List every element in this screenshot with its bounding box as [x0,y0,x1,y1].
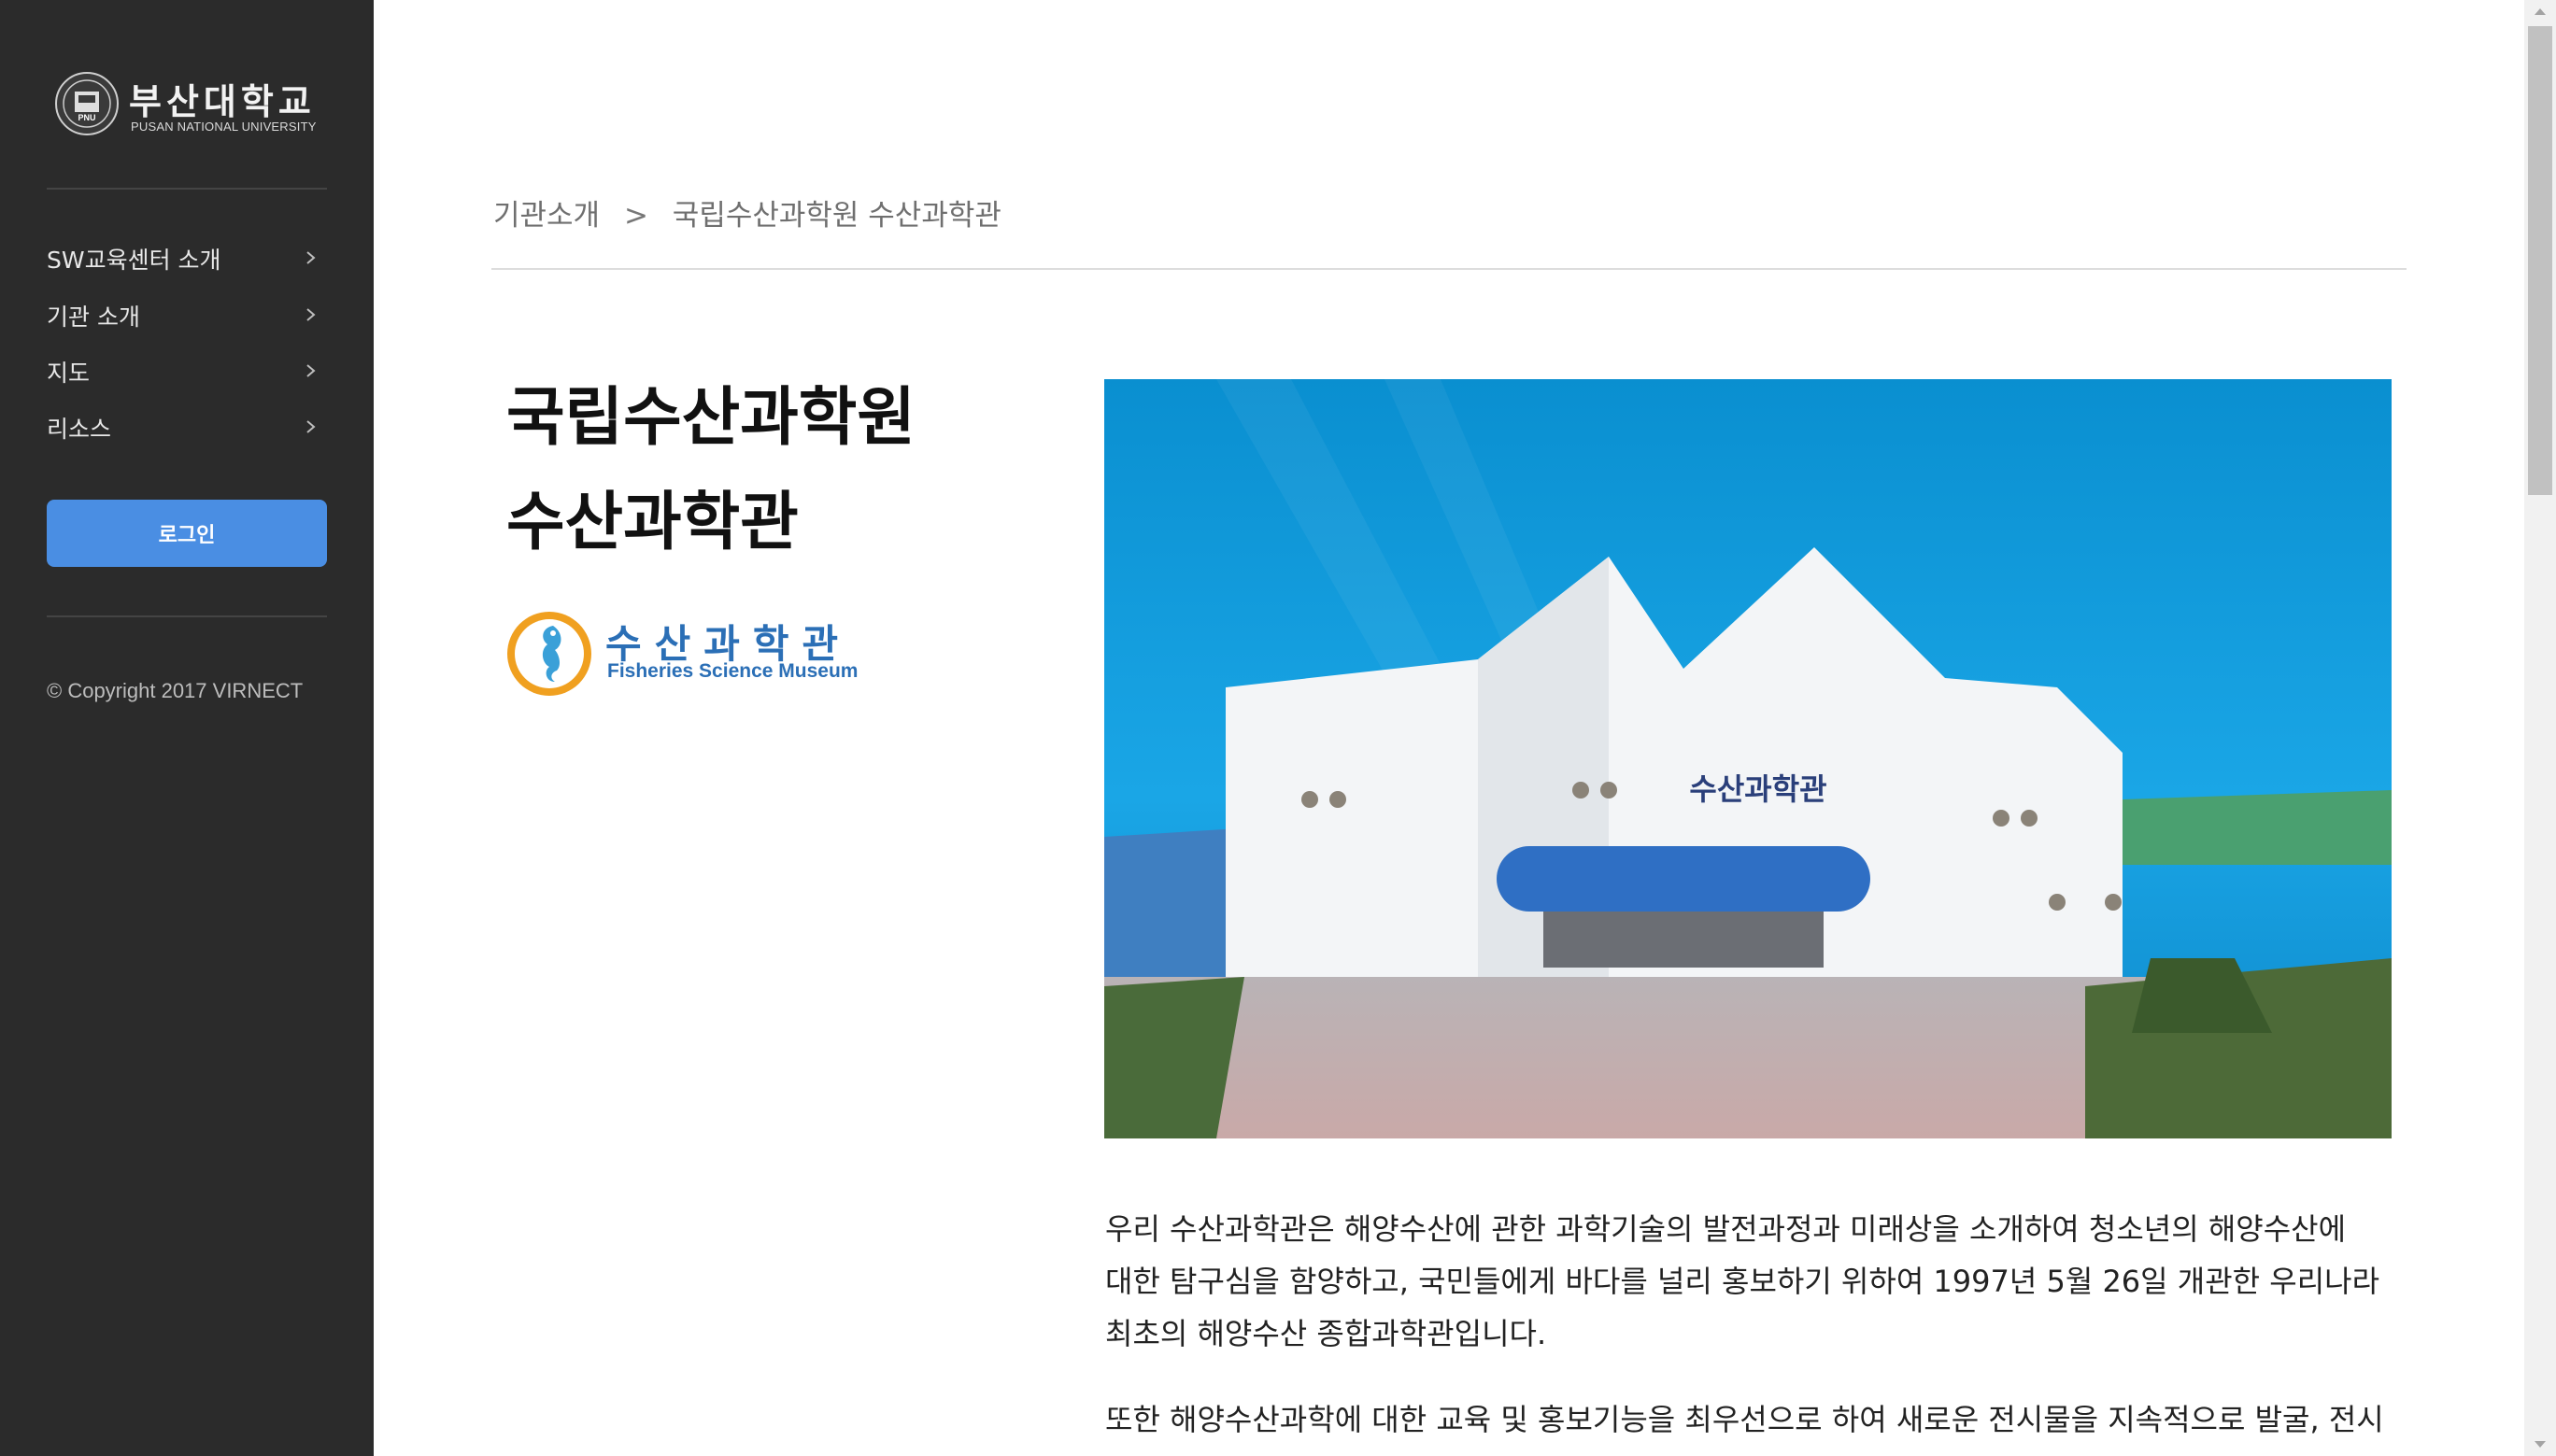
sidebar-divider [47,615,327,617]
seahorse-emblem-icon [507,612,591,696]
scrollbar-thumb[interactable] [2528,26,2552,495]
sidebar-item-institution[interactable]: 기관 소개 [47,291,318,338]
hero-sign-text: 수산과학관 [1689,771,1826,807]
breadcrumb-item-current[interactable]: 국립수산과학원 수산과학관 [673,199,1001,233]
scroll-up-arrow-icon[interactable] [2524,0,2556,24]
intro-paragraph: 우리 수산과학관은 해양수산에 관한 과학기술의 발전과정과 미래상을 소개하여… [1105,1211,2380,1351]
scroll-down-arrow-icon[interactable] [2524,1432,2556,1456]
copyright-text: © Copyright 2017 VIRNECT [47,679,304,702]
chevron-right-icon [306,251,316,264]
university-seal-icon: PNU [55,72,119,135]
chevron-right-icon [306,420,316,433]
sidebar-item-map[interactable]: 지도 [47,347,318,394]
seal-text: PNU [78,113,95,122]
museum-logo-name-en: Fisheries Science Museum [607,660,859,682]
page-title: 국립수산과학원 수산과학관 [506,366,1030,575]
page-title-line1: 국립수산과학원 [506,381,916,455]
sidebar-item-sw-center[interactable]: SW교육센터 소개 [47,234,318,281]
page-title-line2: 수산과학관 [506,486,799,559]
sidebar-item-resources[interactable]: 리소스 [47,403,318,450]
page-scrollbar[interactable] [2524,0,2556,1456]
sidebar-item-label: 리소스 [47,416,112,443]
logo-name-kr: 부산대학교 [129,81,316,122]
university-logo[interactable]: PNU 부산대학교 PUSAN NATIONAL UNIVERSITY [54,71,334,142]
breadcrumb: 기관소개 > 국립수산과학원 수산과학관 [493,191,1001,233]
breadcrumb-divider [491,268,2407,270]
logo-name-en: PUSAN NATIONAL UNIVERSITY [131,120,317,134]
sidebar: PNU 부산대학교 PUSAN NATIONAL UNIVERSITY SW교육… [0,0,374,1456]
sidebar-divider [47,188,327,190]
chevron-right-icon [306,364,316,377]
sidebar-item-label: 기관 소개 [47,304,140,331]
chevron-right-icon [306,308,316,321]
intro-paragraph-2: 또한 해양수산과학에 대한 교육 및 홍보기능을 최우선으로 하여 새로운 전시… [1105,1402,2384,1437]
museum-building-photo: 수산과학관 [1104,379,2392,1138]
museum-logo: 수산과학관 Fisheries Science Museum [504,609,859,699]
breadcrumb-item-institution[interactable]: 기관소개 [493,199,600,233]
sidebar-item-label: 지도 [47,360,91,387]
login-button[interactable]: 로그인 [47,500,327,567]
breadcrumb-separator: > [623,199,648,233]
sidebar-item-label: SW교육센터 소개 [47,247,221,274]
